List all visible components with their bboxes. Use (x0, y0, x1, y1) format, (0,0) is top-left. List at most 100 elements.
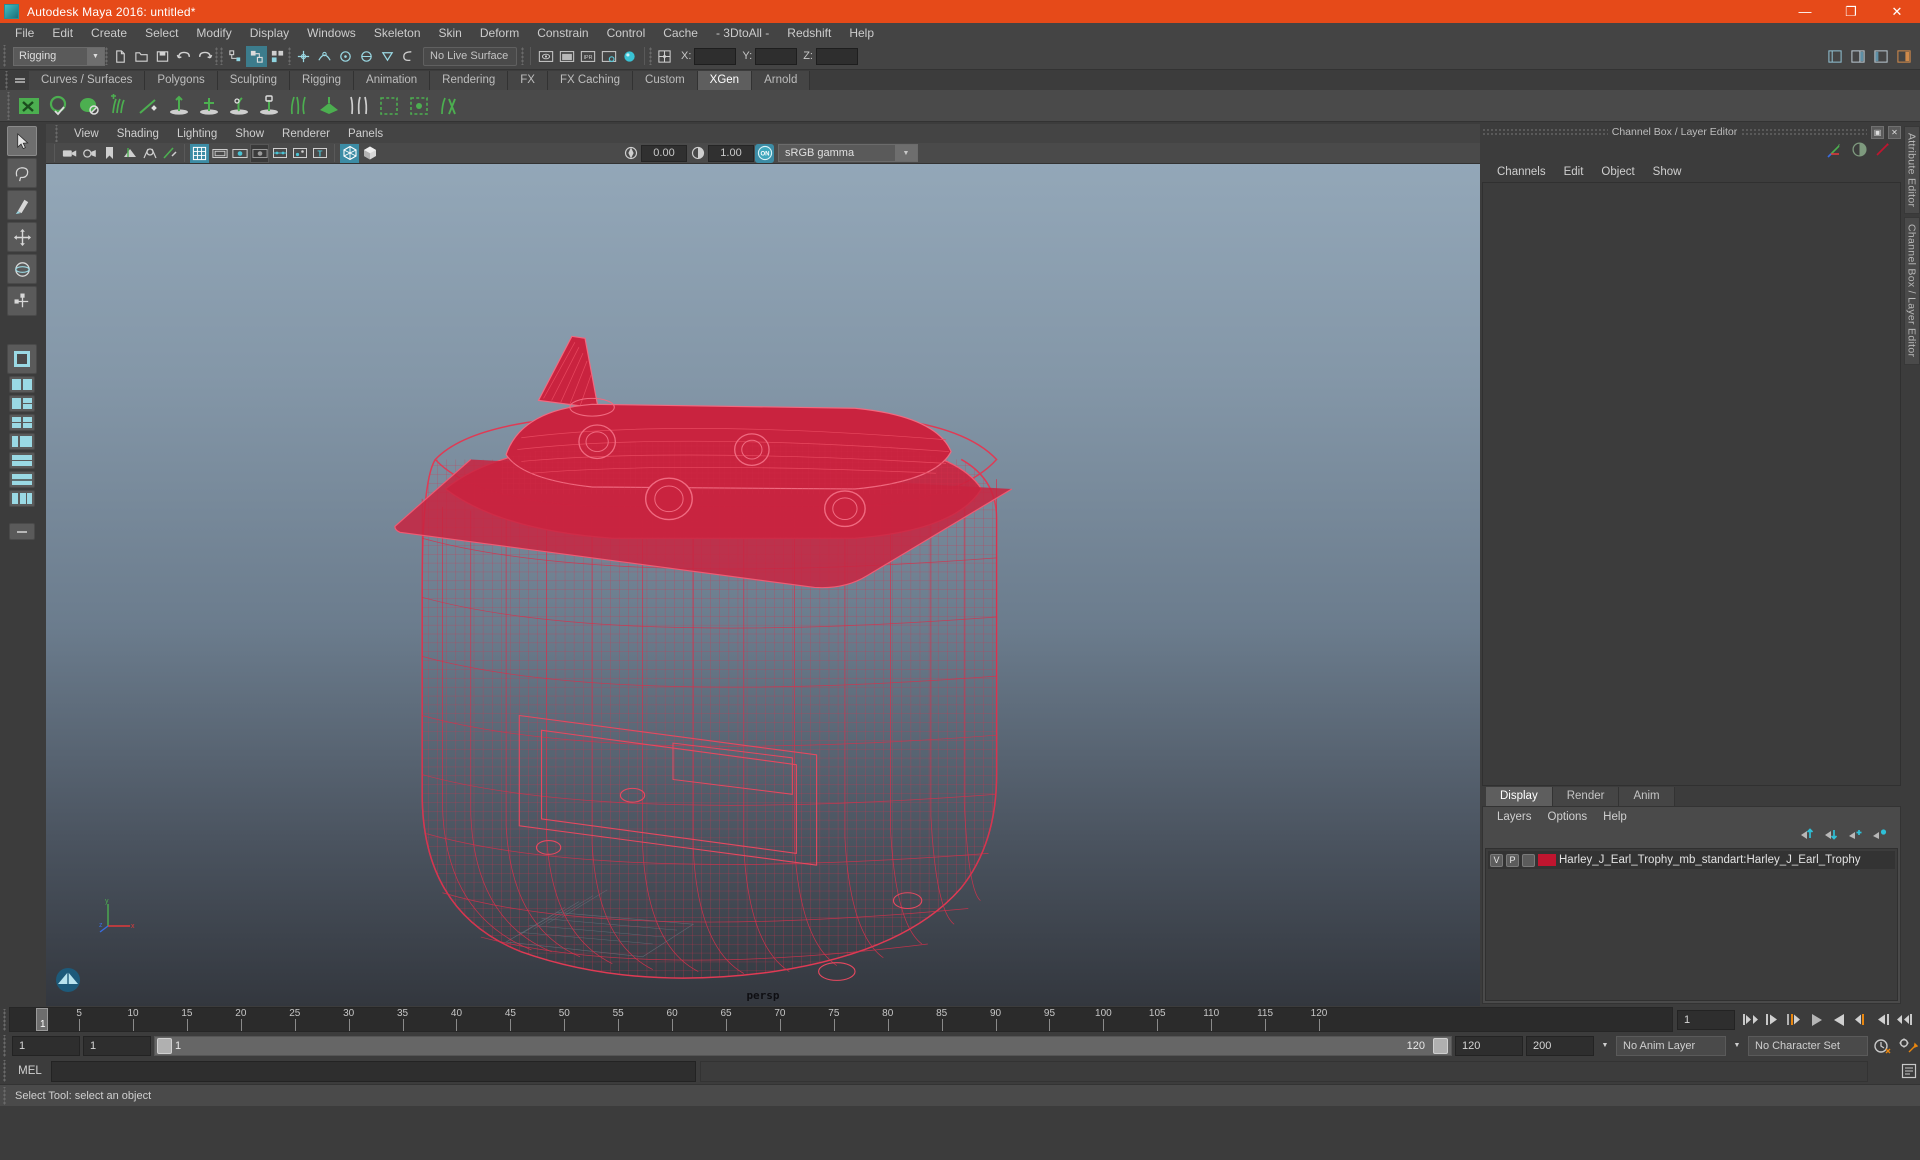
coord-z-field[interactable] (815, 47, 858, 65)
shelf-tab-animation[interactable]: Animation (354, 71, 431, 90)
undo-icon[interactable] (173, 46, 194, 67)
animation-preferences-icon[interactable] (1896, 1037, 1920, 1054)
xgen-groom-lock-icon[interactable] (254, 91, 283, 120)
range-bar[interactable]: 1 120 (154, 1035, 1452, 1056)
paint-select-tool-button[interactable] (7, 190, 37, 220)
layer-row[interactable]: V P Harley_J_Earl_Trophy_mb_standart:Harle… (1488, 851, 1895, 869)
layer-menu-layers[interactable]: Layers (1489, 811, 1540, 823)
gamma-value[interactable]: 1.00 (708, 144, 754, 162)
minimize-button[interactable]: — (1782, 0, 1828, 23)
help-line-grip[interactable] (2, 1086, 9, 1105)
xgen-region-mask-icon[interactable] (404, 91, 433, 120)
layer-menu-options[interactable]: Options (1540, 811, 1596, 823)
anim-start-field[interactable]: 1 (12, 1035, 80, 1056)
home-view-icon[interactable] (54, 966, 82, 994)
viewport-grip[interactable] (54, 125, 61, 142)
layer-tab-render[interactable]: Render (1552, 787, 1620, 806)
coord-x-field[interactable] (694, 47, 737, 65)
script-editor-icon[interactable] (1898, 1063, 1920, 1079)
channel-box-menu-edit[interactable]: Edit (1555, 166, 1593, 178)
layout-three-pane-button[interactable] (9, 395, 35, 412)
xgen-region-map-icon[interactable] (374, 91, 403, 120)
attribute-editor-strip-tab[interactable]: Attribute Editor (1903, 126, 1920, 215)
layer-visibility-toggle[interactable]: V (1490, 853, 1503, 867)
make-live-icon[interactable] (398, 46, 419, 67)
go-to-end-icon[interactable] (1895, 1010, 1914, 1029)
shelf-tab-custom[interactable]: Custom (633, 71, 698, 90)
snap-to-grid-icon[interactable] (293, 46, 314, 67)
select-camera-icon[interactable] (60, 144, 79, 163)
new-layer-from-selected-icon[interactable] (1871, 828, 1888, 844)
anim-end-field[interactable]: 200 (1526, 1035, 1594, 1056)
step-forward-keyframe-icon[interactable] (1873, 1010, 1892, 1029)
resolution-gate-icon[interactable] (230, 144, 249, 163)
range-end-handle[interactable] (1433, 1037, 1448, 1054)
open-scene-icon[interactable] (131, 46, 152, 67)
shelf-tab-xgen[interactable]: XGen (697, 71, 753, 90)
modeling-toolkit-icon[interactable] (1874, 141, 1891, 161)
move-tool-button[interactable] (7, 222, 37, 252)
channel-box-strip-tab[interactable]: Channel Box / Layer Editor (1903, 217, 1920, 365)
undock-icon[interactable]: ▣ (1871, 125, 1884, 139)
channel-box-menu-object[interactable]: Object (1592, 166, 1643, 178)
gamma-icon[interactable] (688, 144, 707, 163)
layout-extra-button[interactable] (9, 490, 35, 507)
range-end-field[interactable]: 120 (1455, 1035, 1523, 1056)
layer-tab-display[interactable]: Display (1486, 787, 1553, 806)
color-management-selector[interactable]: sRGB gamma ▼ (778, 144, 918, 162)
xgen-add-clump-icon[interactable] (104, 91, 133, 120)
menu-item-file[interactable]: File (6, 23, 43, 43)
shelf-options-icon[interactable] (11, 71, 29, 90)
viewport-menu-lighting[interactable]: Lighting (168, 128, 226, 140)
lasso-select-tool-button[interactable] (7, 158, 37, 188)
smooth-shade-icon[interactable] (360, 144, 379, 163)
range-start-handle[interactable] (157, 1037, 172, 1054)
two-sided-lighting-icon[interactable] (140, 144, 159, 163)
camera-attributes-icon[interactable] (80, 144, 99, 163)
layout-collapse-button[interactable] (9, 523, 35, 540)
shelf-tab-rigging[interactable]: Rigging (290, 71, 355, 90)
layout-outliner-persp-button[interactable] (9, 433, 35, 450)
menu-item-select[interactable]: Select (136, 23, 187, 43)
rotate-tool-button[interactable] (7, 254, 37, 284)
anim-layer-field[interactable]: No Anim Layer (1616, 1035, 1726, 1056)
range-start-field[interactable]: 1 (83, 1035, 151, 1056)
exposure-icon[interactable] (621, 144, 640, 163)
range-slider-grip[interactable] (2, 1034, 9, 1057)
render-settings-icon[interactable] (598, 46, 619, 67)
xgen-groom-down-icon[interactable] (164, 91, 193, 120)
shelf-tab-fx-caching[interactable]: FX Caching (547, 71, 634, 90)
menu-item-redshift[interactable]: Redshift (778, 23, 840, 43)
layer-menu-help[interactable]: Help (1595, 811, 1635, 823)
exposure-value[interactable]: 0.00 (641, 144, 687, 162)
xgen-groom-add-icon[interactable] (194, 91, 223, 120)
ipr-render-icon[interactable]: IPR (577, 46, 598, 67)
coord-y-field[interactable] (755, 47, 798, 65)
layout-four-view-button[interactable] (9, 414, 35, 431)
menu-item-control[interactable]: Control (598, 23, 655, 43)
channel-box-icon[interactable] (1827, 141, 1845, 162)
xgen-export-icon[interactable] (434, 91, 463, 120)
snap-to-point-icon[interactable] (335, 46, 356, 67)
xgen-spline-check-icon[interactable] (44, 91, 73, 120)
layout-single-persp-button[interactable] (7, 344, 37, 374)
xgen-description-icon[interactable] (14, 91, 43, 120)
layer-tab-anim[interactable]: Anim (1619, 787, 1675, 806)
bookmark-icon[interactable] (100, 144, 119, 163)
attribute-editor-icon[interactable] (1851, 141, 1868, 161)
textured-icon[interactable] (340, 143, 359, 163)
current-frame-field[interactable]: 1 (1677, 1009, 1735, 1030)
layer-playback-toggle[interactable]: P (1506, 853, 1519, 867)
status-line-grip[interactable] (2, 45, 9, 67)
shelf-tab-sculpting[interactable]: Sculpting (217, 71, 291, 90)
new-scene-icon[interactable] (110, 46, 131, 67)
time-slider[interactable]: 1 5 10 15 20 25 30 35 40 45 50 55 60 65 70 75 80 85 90 95 1… (9, 1007, 1673, 1032)
shadows-icon[interactable] (160, 144, 179, 163)
xgen-guide-point-icon[interactable] (134, 91, 163, 120)
menu-item-edit[interactable]: Edit (43, 23, 82, 43)
auto-keyframe-icon[interactable] (1871, 1038, 1893, 1054)
close-button[interactable]: ✕ (1874, 0, 1920, 23)
move-layer-down-icon[interactable] (1823, 828, 1840, 844)
play-forwards-icon[interactable] (1829, 1010, 1848, 1029)
command-input[interactable] (51, 1060, 696, 1082)
